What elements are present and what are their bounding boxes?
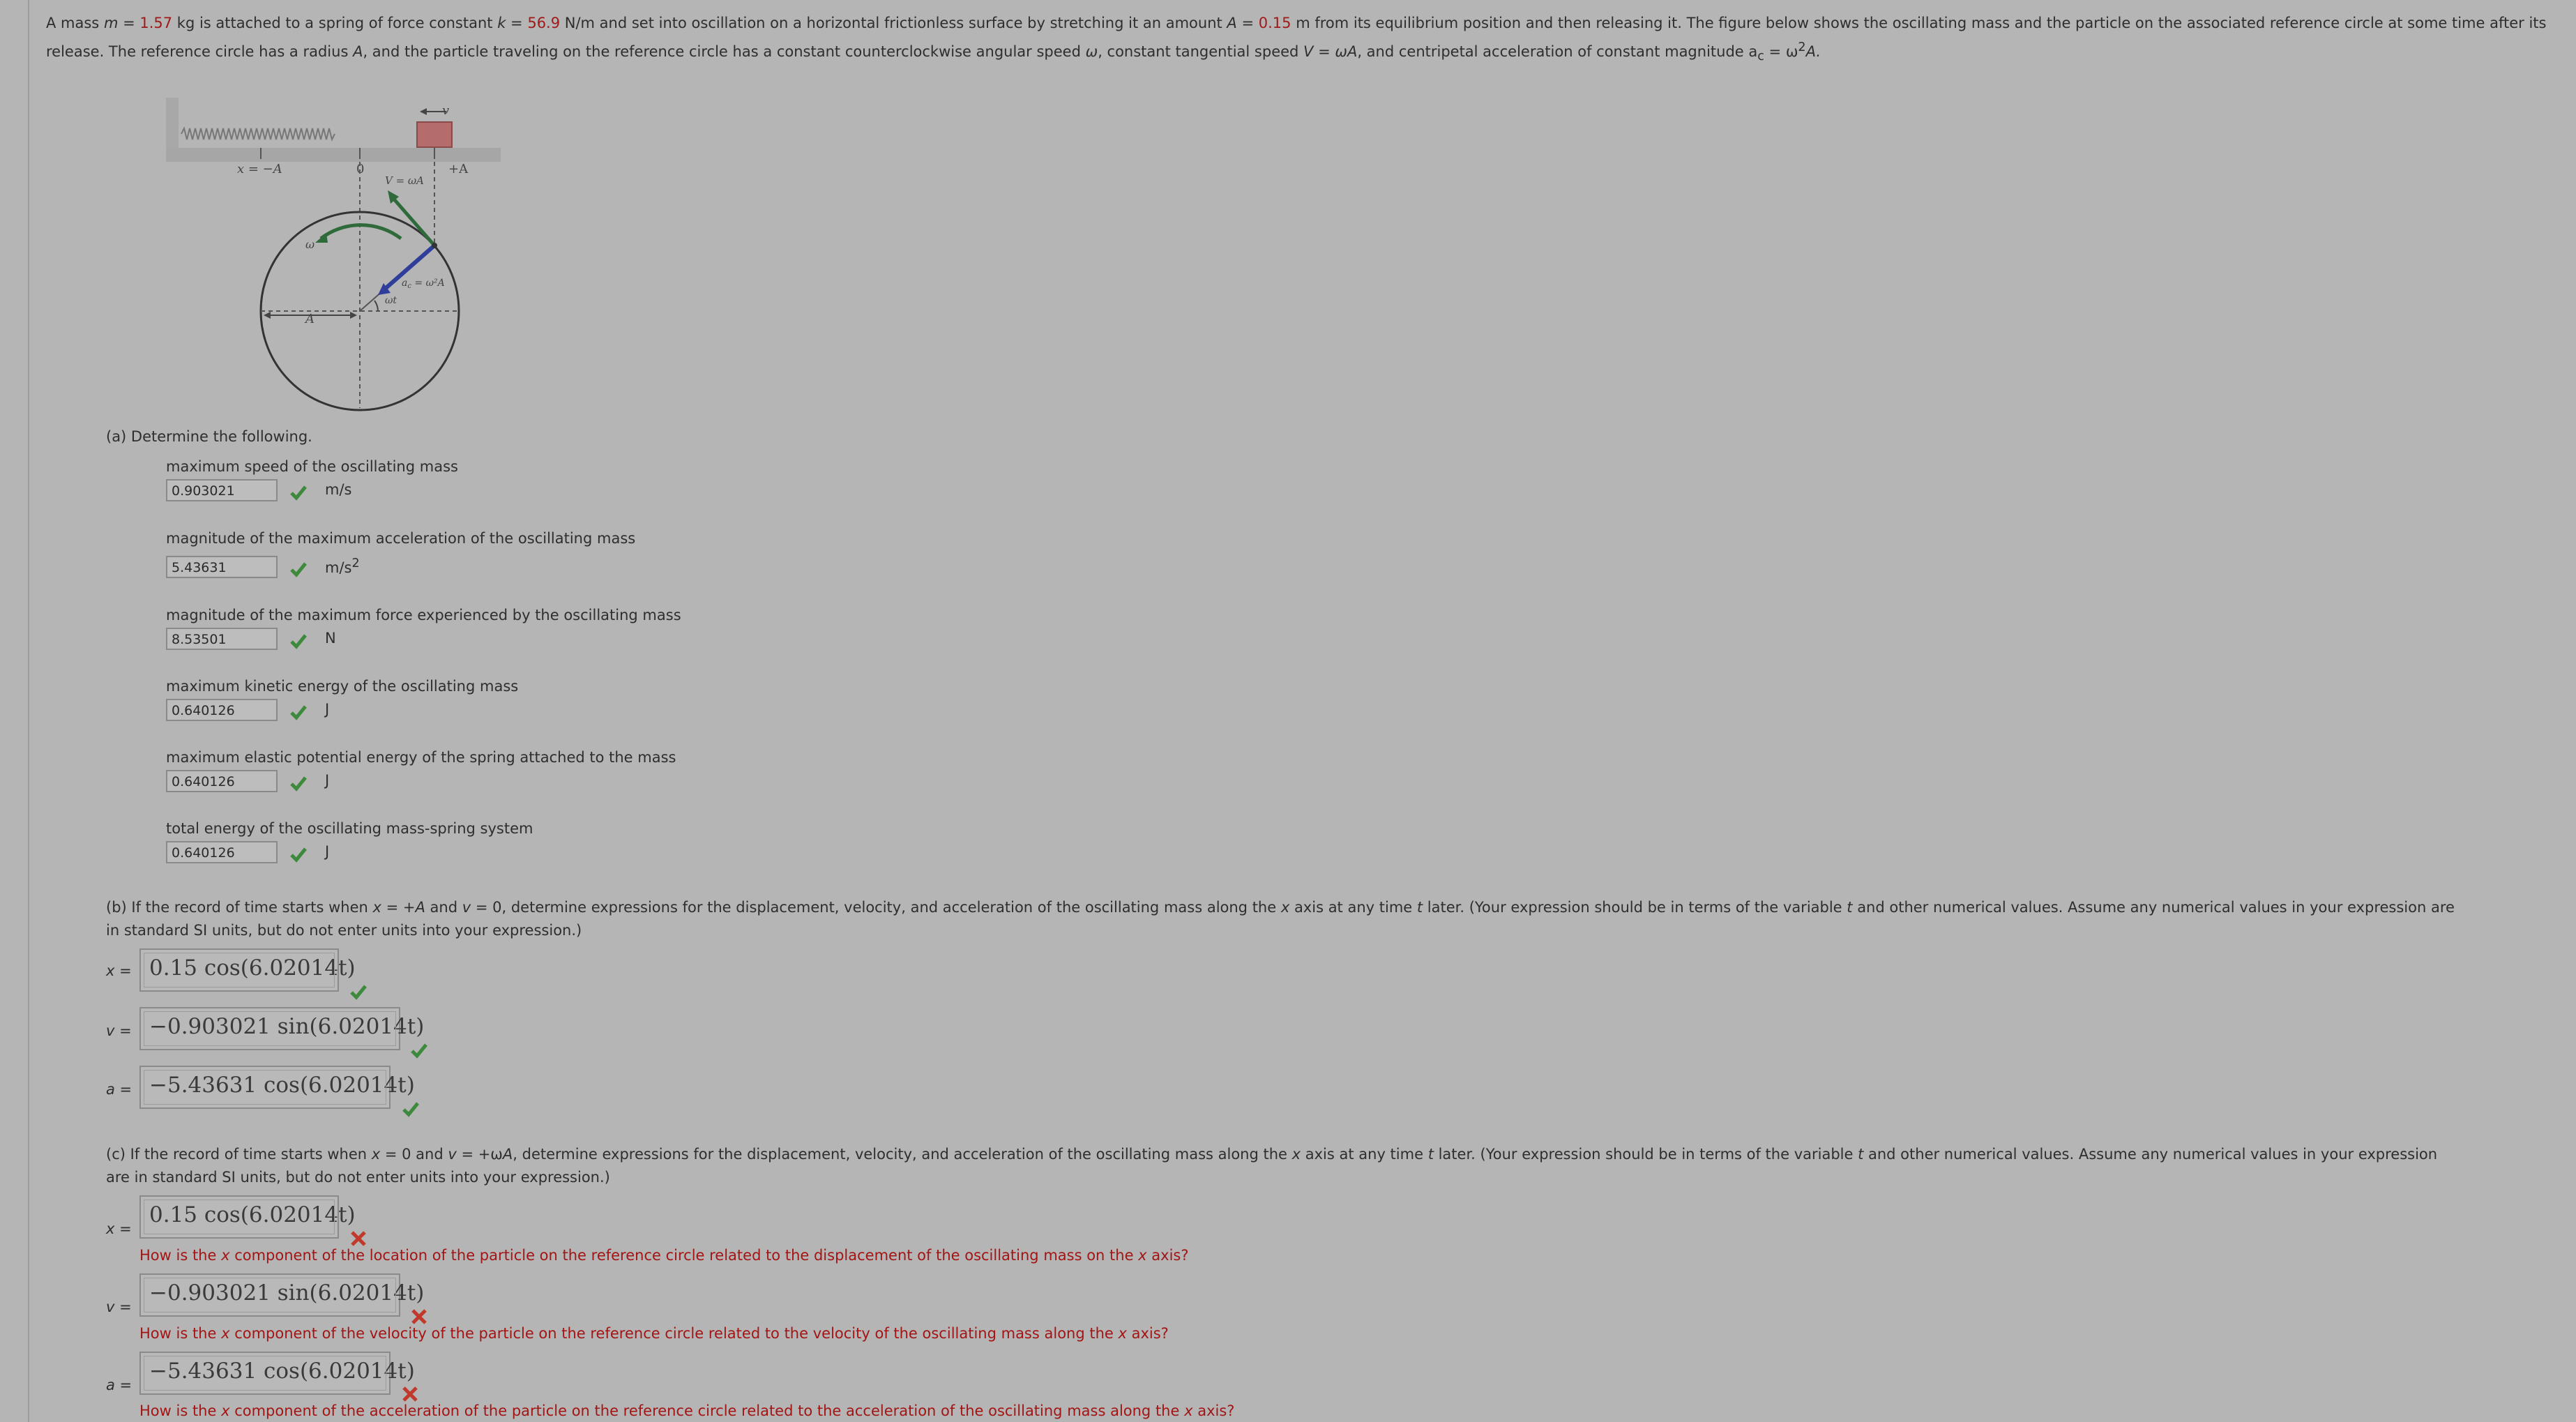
check-icon [290, 634, 307, 649]
oscillating-mass [416, 121, 453, 148]
part-c-v-hint: How is the x component of the velocity o… [139, 1325, 1169, 1342]
label-omega-t: ωt [385, 295, 397, 306]
given-spring-constant: 56.9 [527, 15, 561, 31]
check-icon [402, 1102, 419, 1117]
part-b-prompt: (b) If the record of time starts when x … [106, 899, 2455, 939]
given-amplitude: 0.15 [1258, 15, 1291, 31]
check-icon [290, 776, 307, 792]
max-speed-unit: m/s [325, 481, 352, 498]
label-omega: ω [305, 238, 315, 251]
floor [166, 148, 501, 162]
part-a-heading: (a) Determine the following. [106, 428, 312, 445]
angular-speed-arrowhead [315, 233, 328, 243]
spring [181, 126, 335, 142]
label-a-radius: A [304, 312, 315, 326]
max-speed-input[interactable]: 0.903021 [166, 479, 278, 501]
problem-statement: A mass m = 1.57 kg is attached to a spri… [46, 15, 2547, 64]
incorrect-icon [411, 1309, 427, 1324]
angular-speed-arrow [319, 223, 402, 240]
check-icon [290, 847, 307, 863]
incorrect-icon [402, 1386, 418, 1402]
max-potential-energy-input[interactable]: 0.640126 [166, 770, 278, 792]
question-max-kinetic-energy: maximum kinetic energy of the oscillatin… [166, 678, 519, 695]
angle-arc [374, 300, 379, 312]
total-energy-unit: J [325, 843, 330, 860]
part-c-a-label: a = [106, 1377, 132, 1393]
label-v: v [442, 103, 449, 118]
part-b-v-expression-input[interactable]: −0.903021 sin(6.02014t) [139, 1007, 424, 1050]
part-b-a-label: a = [106, 1081, 132, 1098]
max-force-unit: N [325, 630, 336, 646]
question-max-force: magnitude of the maximum force experienc… [166, 607, 681, 623]
question-max-potential-energy: maximum elastic potential energy of the … [166, 749, 676, 766]
given-mass: 1.57 [139, 15, 173, 31]
part-c-prompt: (c) If the record of time starts when x … [106, 1146, 2438, 1186]
part-b-x-label: x = [106, 962, 132, 979]
check-icon [290, 562, 307, 577]
question-max-speed: maximum speed of the oscillating mass [166, 458, 458, 475]
part-c-x-expression-input[interactable]: 0.15 cos(6.02014t) [139, 1195, 356, 1239]
label-tangent-speed: V = ωA [385, 174, 424, 187]
check-icon [290, 705, 307, 720]
max-kinetic-energy-input[interactable]: 0.640126 [166, 699, 278, 721]
max-acceleration-unit: m/s2 [325, 557, 360, 576]
part-c-v-label: v = [106, 1299, 132, 1315]
check-icon [411, 1043, 427, 1059]
reference-particle [432, 243, 437, 248]
incorrect-icon [351, 1231, 366, 1246]
label-centripetal-accel: ac = ω²A [402, 278, 445, 290]
part-c-v-expression-input[interactable]: −0.903021 sin(6.02014t) [139, 1273, 424, 1317]
part-b-a-expression-input[interactable]: −5.43631 cos(6.02014t) [139, 1066, 415, 1109]
question-total-energy: total energy of the oscillating mass-spr… [166, 820, 533, 837]
max-force-input[interactable]: 8.53501 [166, 628, 278, 650]
part-c-x-hint: How is the x component of the location o… [139, 1247, 1189, 1264]
part-c-a-hint: How is the x component of the accelerati… [139, 1402, 1235, 1419]
check-icon [350, 985, 367, 1000]
part-b-x-expression-input[interactable]: 0.15 cos(6.02014t) [139, 948, 356, 992]
label-x-neg-a: x = −A [237, 162, 282, 176]
max-potential-energy-unit: J [325, 772, 330, 789]
left-border [28, 0, 29, 1422]
part-c-x-label: x = [106, 1220, 132, 1237]
velocity-arrowhead [420, 108, 427, 115]
total-energy-input[interactable]: 0.640126 [166, 841, 278, 863]
part-c-a-expression-input[interactable]: −5.43631 cos(6.02014t) [139, 1352, 415, 1395]
reference-circle-figure: v x = −A 0 +A A V = ωA ω ac = ω²A ωt [166, 98, 501, 411]
radius-arrowhead-right [350, 312, 357, 319]
part-b-v-label: v = [106, 1022, 132, 1039]
label-pos-a: +A [448, 162, 469, 176]
max-acceleration-input[interactable]: 5.43631 [166, 556, 278, 578]
question-max-acceleration: magnitude of the maximum acceleration of… [166, 530, 636, 547]
check-icon [290, 485, 307, 501]
radius-arrowhead-left [264, 312, 271, 319]
max-kinetic-energy-unit: J [325, 701, 330, 718]
